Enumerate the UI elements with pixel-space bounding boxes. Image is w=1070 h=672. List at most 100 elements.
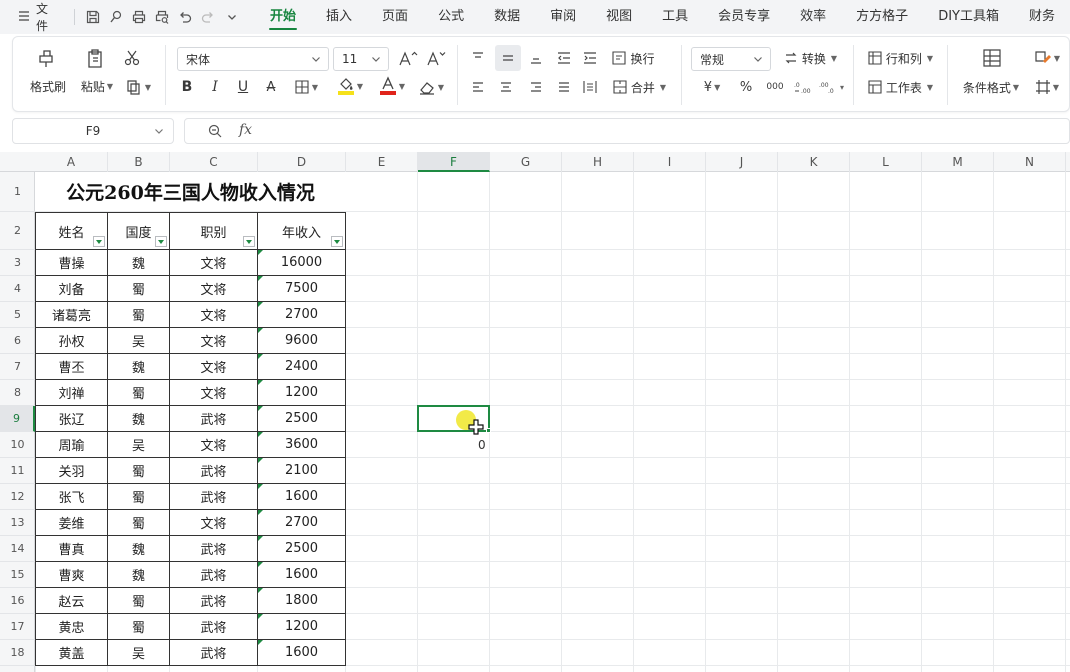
row-header-15[interactable]: 15	[0, 562, 35, 588]
fill-color-button[interactable]: ▼	[331, 75, 369, 97]
column-header-k[interactable]: K	[778, 152, 850, 172]
table-cell[interactable]: 1200	[258, 380, 346, 406]
tab-finance[interactable]: 财务	[1014, 0, 1070, 34]
table-header-cell[interactable]: 职别	[170, 212, 258, 250]
table-cell[interactable]: 诸葛亮	[35, 302, 108, 328]
tab-tools[interactable]: 工具	[647, 0, 703, 34]
table-cell[interactable]: 赵云	[35, 588, 108, 614]
row-col-button[interactable]: 行和列 ▼	[863, 47, 937, 69]
table-cell[interactable]: 16000	[258, 250, 346, 276]
tab-ffgz[interactable]: 方方格子	[841, 0, 923, 34]
worksheet-button[interactable]: 工作表 ▼	[863, 77, 937, 97]
row-header-17[interactable]: 17	[0, 614, 35, 640]
row-header-11[interactable]: 11	[0, 458, 35, 484]
table-cell[interactable]: 刘备	[35, 276, 108, 302]
tab-diy-toolbox[interactable]: DIY工具箱	[923, 0, 1014, 34]
merge-button[interactable]: 合并 ▼	[609, 77, 669, 97]
table-cell[interactable]: 文将	[170, 354, 258, 380]
table-cell[interactable]: 曹爽	[35, 562, 108, 588]
tab-insert[interactable]: 插入	[311, 0, 367, 34]
cell-grid[interactable]: 公元260年三国人物收入情况 姓名 国度 职别 年收入 曹操魏文将 16000 刘备蜀文将 75…	[35, 172, 1070, 672]
table-cell[interactable]: 蜀	[108, 276, 170, 302]
row-header-7[interactable]: 7	[0, 354, 35, 380]
underline-button[interactable]: U	[233, 77, 253, 97]
table-cell[interactable]: 文将	[170, 328, 258, 354]
row-header-1[interactable]: 1	[0, 172, 35, 212]
align-middle-icon[interactable]	[495, 45, 521, 71]
tab-home[interactable]: 开始	[255, 0, 311, 34]
conditional-format-button[interactable]: 条件格式 ▼	[957, 77, 1025, 97]
tab-view[interactable]: 视图	[591, 0, 647, 34]
bold-button[interactable]: B	[177, 77, 197, 97]
tab-data[interactable]: 数据	[479, 0, 535, 34]
table-cell[interactable]: 黄盖	[35, 640, 108, 666]
name-box[interactable]: F9	[12, 118, 174, 144]
convert-button[interactable]: 转换 ▼	[779, 47, 841, 69]
table-cell[interactable]: 2400	[258, 354, 346, 380]
clear-format-button[interactable]: ▼	[413, 77, 449, 97]
table-cell[interactable]: 周瑜	[35, 432, 108, 458]
row-header-18[interactable]: 18	[0, 640, 35, 666]
justify-icon[interactable]	[553, 77, 575, 97]
table-cell[interactable]: 魏	[108, 536, 170, 562]
formula-input[interactable]: fx	[184, 118, 1070, 144]
font-size-select[interactable]: 11	[333, 47, 389, 71]
tab-page[interactable]: 页面	[367, 0, 423, 34]
table-cell[interactable]: 武将	[170, 484, 258, 510]
table-cell[interactable]: 武将	[170, 406, 258, 432]
row-header-4[interactable]: 4	[0, 276, 35, 302]
distributed-align-icon[interactable]	[579, 77, 601, 97]
cut-icon[interactable]	[121, 47, 143, 69]
table-cell[interactable]: 魏	[108, 354, 170, 380]
decrease-decimal-icon[interactable]: .00.0 ▾	[817, 77, 845, 97]
number-format-select[interactable]: 常规	[691, 47, 771, 71]
row-header-16[interactable]: 16	[0, 588, 35, 614]
table-header-cell[interactable]: 年收入	[258, 212, 346, 250]
filter-dropdown-icon[interactable]	[243, 236, 255, 247]
file-menu-button[interactable]: 文件	[18, 0, 58, 34]
wrap-text-button[interactable]: 换行	[609, 47, 657, 69]
row-header-2[interactable]: 2	[0, 212, 35, 250]
table-cell[interactable]: 2100	[258, 458, 346, 484]
column-header-h[interactable]: H	[562, 152, 634, 172]
paste-button[interactable]: 粘贴 ▼	[77, 77, 117, 95]
increase-font-icon[interactable]	[397, 47, 419, 71]
column-header-a[interactable]: A	[35, 152, 108, 172]
table-cell[interactable]: 吴	[108, 328, 170, 354]
zoom-icon[interactable]	[207, 123, 223, 142]
chevron-down-icon[interactable]	[153, 119, 165, 153]
table-cell[interactable]: 2700	[258, 510, 346, 536]
table-cell[interactable]: 曹操	[35, 250, 108, 276]
decrease-font-icon[interactable]	[425, 47, 447, 71]
table-cell[interactable]: 吴	[108, 640, 170, 666]
table-cell[interactable]: 曹真	[35, 536, 108, 562]
row-header-13[interactable]: 13	[0, 510, 35, 536]
column-header-n[interactable]: N	[994, 152, 1066, 172]
print-icon[interactable]	[128, 5, 151, 29]
table-cell[interactable]: 武将	[170, 458, 258, 484]
tab-review[interactable]: 审阅	[535, 0, 591, 34]
align-center-icon[interactable]	[495, 77, 517, 97]
table-cell[interactable]: 张飞	[35, 484, 108, 510]
row-header-10[interactable]: 10	[0, 432, 35, 458]
filter-dropdown-icon[interactable]	[331, 236, 343, 247]
undo-icon[interactable]	[174, 5, 197, 29]
save-icon[interactable]	[81, 5, 104, 29]
thousands-separator-button[interactable]: 000	[763, 77, 787, 97]
copy-icon[interactable]: ▼	[121, 77, 155, 97]
column-header-c[interactable]: C	[170, 152, 258, 172]
table-cell[interactable]: 张辽	[35, 406, 108, 432]
table-cell[interactable]: 文将	[170, 302, 258, 328]
redo-icon[interactable]	[197, 5, 220, 29]
table-cell[interactable]: 武将	[170, 588, 258, 614]
filter-dropdown-icon[interactable]	[155, 236, 167, 247]
table-cell[interactable]: 1800	[258, 588, 346, 614]
table-cell[interactable]: 1600	[258, 640, 346, 666]
table-cell[interactable]: 2700	[258, 302, 346, 328]
table-header-cell[interactable]: 国度	[108, 212, 170, 250]
table-cell[interactable]: 蜀	[108, 614, 170, 640]
cloud-sync-icon[interactable]	[104, 5, 127, 29]
table-cell[interactable]: 2500	[258, 406, 346, 432]
italic-button[interactable]: I	[205, 77, 225, 97]
row-header-3[interactable]: 3	[0, 250, 35, 276]
